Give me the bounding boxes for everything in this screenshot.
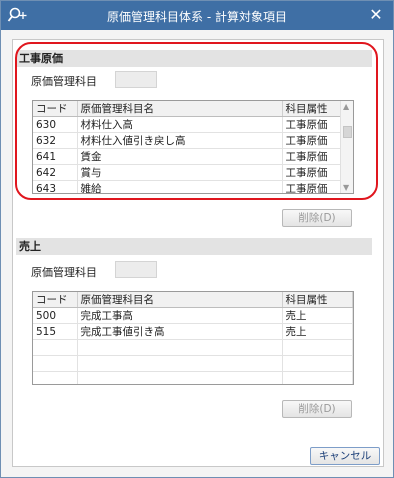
column-header-attribute[interactable]: 科目属性: [282, 292, 353, 308]
delete-button-construction-cost[interactable]: 削除(D): [282, 209, 352, 227]
table-row[interactable]: 500 完成工事高 売上: [33, 307, 353, 324]
cell-code: 632: [33, 132, 78, 149]
cell-code: 515: [33, 323, 78, 340]
title-bar: 原価管理科目体系 - 計算対象項目 ✕: [1, 1, 393, 30]
delete-button-sales[interactable]: 削除(D): [282, 400, 352, 418]
cell-account-name: 雑給: [77, 180, 283, 193]
column-header-code[interactable]: コード: [33, 101, 78, 117]
cell-account-name: 材料仕入値引き戻し高: [77, 132, 283, 149]
window-title: 原価管理科目体系 - 計算対象項目: [107, 10, 287, 24]
grid-header-row: コード 原価管理科目名 科目属性: [33, 101, 353, 117]
cell-account-name: 賃金: [77, 148, 283, 165]
cell-code: 642: [33, 164, 78, 181]
cost-account-grid[interactable]: コード 原価管理科目名 科目属性 630 材料仕入高 工事原価 632 材料仕入…: [32, 100, 354, 194]
cost-account-field[interactable]: [115, 71, 157, 88]
cell-account-name: [77, 371, 283, 384]
cell-attribute: 売上: [282, 307, 353, 324]
cell-code: [33, 355, 78, 372]
cell-code: 641: [33, 148, 78, 165]
cost-account-label: 原価管理科目: [31, 75, 97, 88]
scroll-thumb[interactable]: [343, 126, 352, 138]
close-icon[interactable]: ✕: [367, 6, 385, 24]
cell-attribute: [282, 371, 353, 384]
cell-account-name: 完成工事高: [77, 307, 283, 324]
sales-account-field[interactable]: [115, 261, 157, 278]
table-row[interactable]: [33, 355, 353, 372]
cell-account-name: 完成工事値引き高: [77, 323, 283, 340]
column-header-account-name[interactable]: 原価管理科目名: [77, 101, 283, 117]
section-header-construction-cost: 工事原価: [16, 50, 372, 67]
cell-code: 630: [33, 116, 78, 133]
column-header-code[interactable]: コード: [33, 292, 78, 308]
table-row[interactable]: 643 雑給 工事原価: [33, 180, 353, 193]
scroll-down-icon[interactable]: ▼: [343, 183, 349, 192]
cell-code: [33, 339, 78, 356]
cell-code: 500: [33, 307, 78, 324]
section-header-sales: 売上: [16, 238, 372, 255]
table-row[interactable]: 641 賃金 工事原価: [33, 148, 353, 165]
table-row[interactable]: 632 材料仕入値引き戻し高 工事原価: [33, 132, 353, 149]
table-row[interactable]: 642 賞与 工事原価: [33, 164, 353, 181]
table-row[interactable]: [33, 339, 353, 356]
cell-code: 643: [33, 180, 78, 193]
column-header-account-name[interactable]: 原価管理科目名: [77, 292, 283, 308]
cell-attribute: [282, 355, 353, 372]
cell-attribute: 売上: [282, 323, 353, 340]
grid-header-row: コード 原価管理科目名 科目属性: [33, 292, 353, 308]
cell-account-name: 材料仕入高: [77, 116, 283, 133]
table-row[interactable]: [33, 371, 353, 384]
scroll-up-icon[interactable]: ▲: [343, 102, 349, 111]
cell-account-name: [77, 355, 283, 372]
cell-code: [33, 371, 78, 384]
cell-attribute: [282, 339, 353, 356]
sales-account-grid[interactable]: コード 原価管理科目名 科目属性 500 完成工事高 売上 515 完成工事値引…: [32, 291, 354, 385]
table-row[interactable]: 515 完成工事値引き高 売上: [33, 323, 353, 340]
vertical-scrollbar[interactable]: ▲ ▼: [340, 101, 353, 193]
cancel-button[interactable]: キャンセル: [310, 447, 380, 465]
dialog-window: 原価管理科目体系 - 計算対象項目 ✕ 工事原価 原価管理科目 コード 原価管理…: [0, 0, 394, 478]
table-row[interactable]: 630 材料仕入高 工事原価: [33, 116, 353, 133]
cell-account-name: 賞与: [77, 164, 283, 181]
cell-account-name: [77, 339, 283, 356]
sales-account-label: 原価管理科目: [31, 266, 97, 279]
